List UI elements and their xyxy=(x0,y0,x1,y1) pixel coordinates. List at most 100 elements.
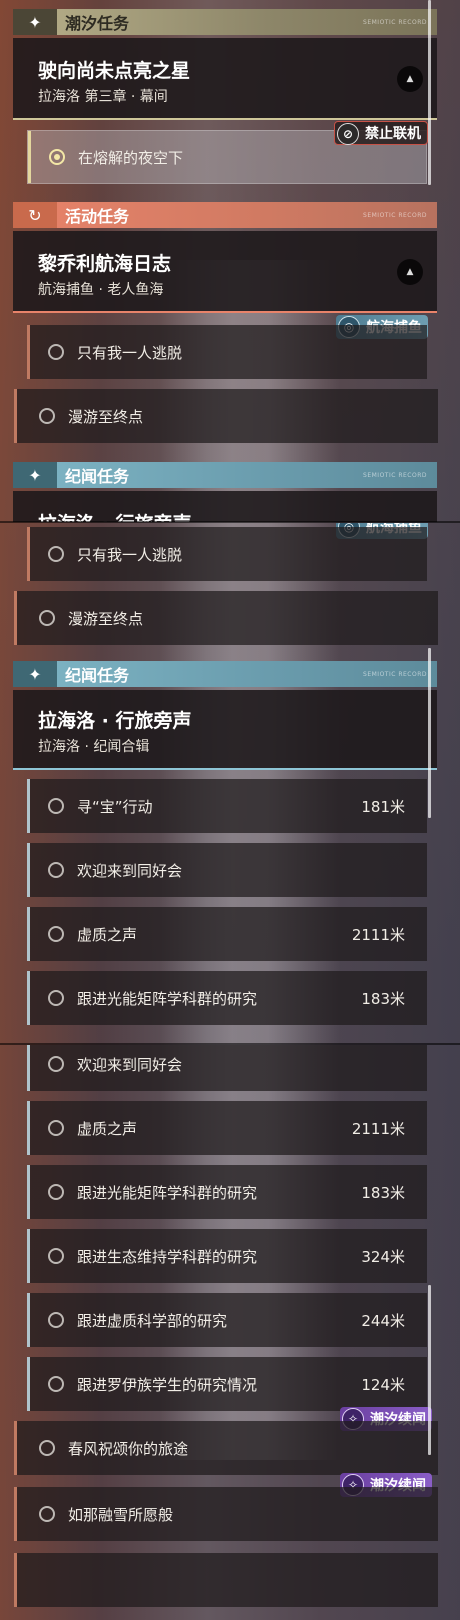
scrollbar[interactable] xyxy=(428,648,431,818)
step-label: 春风祝颂你的旅途 xyxy=(68,1439,189,1458)
step-accent-bar xyxy=(27,1229,30,1283)
step-label: 如那融雪所愿般 xyxy=(68,1505,174,1524)
radio-icon xyxy=(39,610,55,626)
sparkle-icon: ✦ xyxy=(13,661,57,687)
quest-title: 驶向尚未点亮之星 xyxy=(38,60,191,82)
step-label: 在熔解的夜空下 xyxy=(78,148,184,167)
radio-icon xyxy=(48,990,64,1006)
event-loop-icon: ↻ xyxy=(13,202,57,228)
radio-icon xyxy=(48,1120,64,1136)
step-distance: 244米 xyxy=(361,1311,405,1330)
step-distance: 183米 xyxy=(361,989,405,1008)
step-label: 漫游至终点 xyxy=(68,609,144,628)
quest-step[interactable]: 只有我一人逃脱 xyxy=(27,527,427,581)
quest-step-partial[interactable] xyxy=(14,1553,438,1607)
category-label: 活动任务 xyxy=(65,207,130,226)
quest-step[interactable]: 只有我一人逃脱 xyxy=(27,325,427,379)
radio-icon xyxy=(48,926,64,942)
category-label: 纪闻任务 xyxy=(65,467,130,486)
quest-step[interactable]: 如那融雪所愿般 xyxy=(14,1487,438,1541)
step-label: 虚质之声 xyxy=(77,1119,138,1138)
quest-step[interactable]: 寻“宝”行动 181米 xyxy=(27,779,427,833)
quest-step[interactable]: 漫游至终点 xyxy=(14,591,438,645)
step-accent-bar xyxy=(27,907,30,961)
quest-header-tale[interactable]: 拉海洛 · 行旅旁声 拉海洛 · 纪闻合辑 xyxy=(13,690,437,770)
radio-icon xyxy=(48,1376,64,1392)
sparkle-icon: ✦ xyxy=(13,9,57,35)
quest-step[interactable]: 虚质之声 2111米 xyxy=(27,907,427,961)
quest-step[interactable]: 跟进光能矩阵学科群的研究 183米 xyxy=(27,1165,427,1219)
no-coop-icon: ⊘ xyxy=(337,123,359,145)
step-label: 跟进生态维持学科群的研究 xyxy=(77,1247,258,1266)
quest-subtitle: 拉海洛 第三章 · 幕间 xyxy=(38,89,168,105)
step-label: 欢迎来到同好会 xyxy=(77,861,183,880)
chevron-up-icon[interactable]: ▲ xyxy=(397,259,423,285)
step-label: 漫游至终点 xyxy=(68,407,144,426)
quest-step[interactable]: 欢迎来到同好会 xyxy=(27,1045,427,1091)
event-quest-category[interactable]: ↻ 活动任务 SEMIOTIC RECORD xyxy=(13,202,437,228)
step-accent-bar xyxy=(27,1101,30,1155)
step-accent-bar xyxy=(28,131,31,183)
category-label: 纪闻任务 xyxy=(65,666,130,685)
step-accent-bar xyxy=(27,971,30,1025)
radio-icon xyxy=(48,1312,64,1328)
step-accent-bar xyxy=(14,591,17,645)
scrollbar[interactable] xyxy=(428,1285,431,1455)
quest-step[interactable]: 跟进生态维持学科群的研究 324米 xyxy=(27,1229,427,1283)
quest-step[interactable]: 春风祝颂你的旅途 xyxy=(14,1421,438,1475)
step-accent-bar xyxy=(27,843,30,897)
radio-selected-icon xyxy=(49,149,65,165)
step-label: 只有我一人逃脱 xyxy=(77,343,183,362)
step-distance: 183米 xyxy=(361,1183,405,1202)
tale-quest-category[interactable]: ✦ 纪闻任务 SEMIOTIC RECORD xyxy=(13,661,437,687)
radio-icon xyxy=(48,1056,64,1072)
step-accent-bar xyxy=(14,389,17,443)
category-decoration: SEMIOTIC RECORD xyxy=(363,211,427,219)
tag-label: 禁止联机 xyxy=(365,126,421,142)
step-accent-bar xyxy=(27,1357,30,1411)
step-distance: 2111米 xyxy=(351,1119,405,1138)
sparkle-icon: ✦ xyxy=(13,462,57,488)
scrollbar[interactable] xyxy=(428,0,431,185)
step-accent-bar xyxy=(14,1553,17,1607)
radio-icon xyxy=(48,862,64,878)
radio-icon xyxy=(39,408,55,424)
quest-step[interactable]: 欢迎来到同好会 xyxy=(27,843,427,897)
category-decoration: SEMIOTIC RECORD xyxy=(363,670,427,678)
step-label: 跟进虚质科学部的研究 xyxy=(77,1311,228,1330)
quest-header-tale-clipped[interactable]: 拉海洛 · 行旅旁声 xyxy=(13,491,437,522)
no-coop-tag: ⊘ 禁止联机 xyxy=(334,121,428,145)
radio-icon xyxy=(39,1440,55,1456)
tale-quest-category[interactable]: ✦ 纪闻任务 SEMIOTIC RECORD xyxy=(13,462,437,488)
radio-icon xyxy=(39,1506,55,1522)
step-accent-bar xyxy=(27,1165,30,1219)
quest-step[interactable]: 虚质之声 2111米 xyxy=(27,1101,427,1155)
step-label: 跟进光能矩阵学科群的研究 xyxy=(77,989,258,1008)
quest-subtitle: 航海捕鱼 · 老人鱼海 xyxy=(38,282,164,298)
radio-icon xyxy=(48,344,64,360)
step-label: 跟进罗伊族学生的研究情况 xyxy=(77,1375,258,1394)
quest-header-fishing[interactable]: 黎乔利航海日志 航海捕鱼 · 老人鱼海 ▲ xyxy=(13,231,437,313)
quest-title: 黎乔利航海日志 xyxy=(38,253,172,275)
quest-step[interactable]: 跟进光能矩阵学科群的研究 183米 xyxy=(27,971,427,1025)
tide-quest-category[interactable]: ✦ 潮汐任务 SEMIOTIC RECORD xyxy=(13,9,437,35)
step-accent-bar xyxy=(14,1421,17,1475)
step-distance: 181米 xyxy=(361,797,405,816)
step-distance: 2111米 xyxy=(351,925,405,944)
quest-step[interactable]: 跟进罗伊族学生的研究情况 124米 xyxy=(27,1357,427,1411)
step-accent-bar xyxy=(14,1487,17,1541)
step-label: 跟进光能矩阵学科群的研究 xyxy=(77,1183,258,1202)
quest-header-tide[interactable]: 驶向尚未点亮之星 拉海洛 第三章 · 幕间 ▲ xyxy=(13,38,437,120)
category-decoration: SEMIOTIC RECORD xyxy=(363,18,427,26)
category-decoration: SEMIOTIC RECORD xyxy=(363,471,427,479)
quest-subtitle: 拉海洛 · 纪闻合辑 xyxy=(38,739,150,755)
quest-step[interactable]: 漫游至终点 xyxy=(14,389,438,443)
chevron-up-icon[interactable]: ▲ xyxy=(397,66,423,92)
step-label: 虚质之声 xyxy=(77,925,138,944)
step-label: 欢迎来到同好会 xyxy=(77,1055,183,1074)
step-distance: 124米 xyxy=(361,1375,405,1394)
step-accent-bar xyxy=(27,779,30,833)
radio-icon xyxy=(48,1248,64,1264)
step-label: 寻“宝”行动 xyxy=(77,797,153,816)
quest-step[interactable]: 跟进虚质科学部的研究 244米 xyxy=(27,1293,427,1347)
